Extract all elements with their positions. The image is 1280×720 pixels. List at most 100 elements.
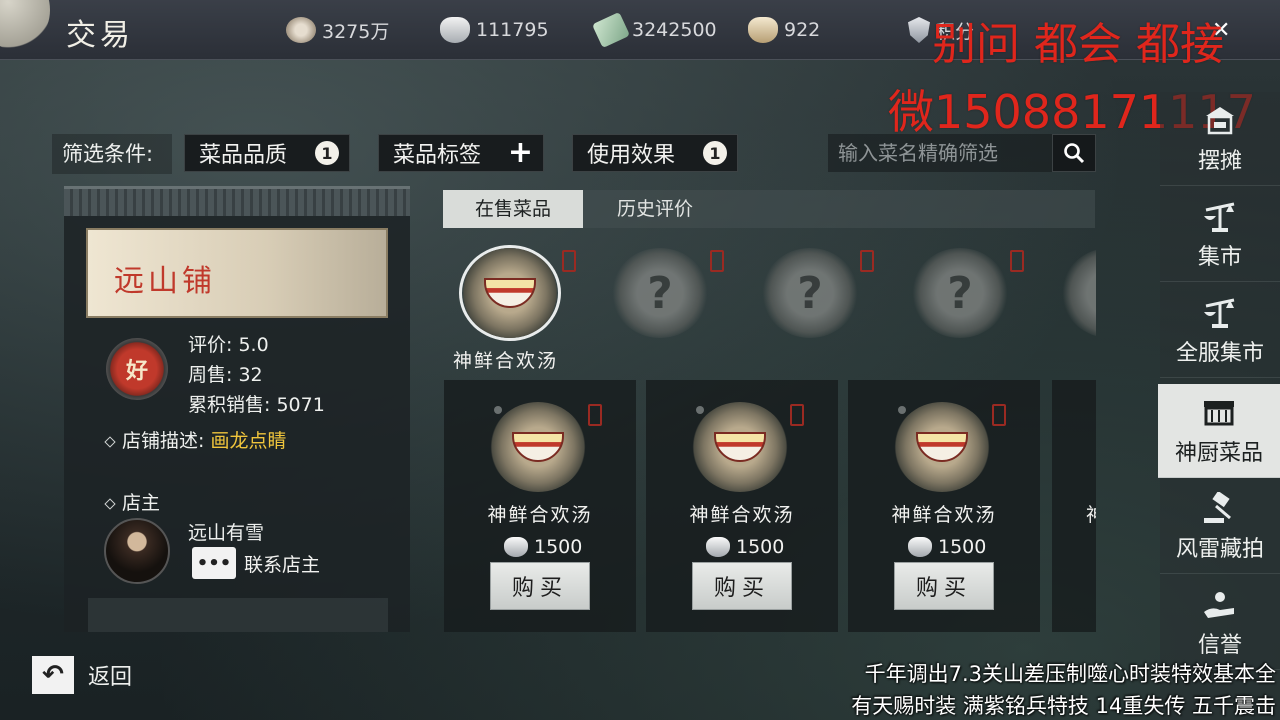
dish-slot-unknown[interactable]: ? — [762, 248, 862, 340]
tag-filter-label: 菜品标签 — [393, 143, 482, 168]
nav-reputation[interactable]: 信誉 — [1160, 576, 1280, 670]
copper-coin-icon — [286, 17, 316, 43]
nav-auction-label: 风雷藏拍 — [1175, 537, 1264, 562]
listing-name: 神鲜合欢汤 — [689, 504, 795, 526]
dish-search-input[interactable] — [828, 134, 1052, 172]
moon-decoration — [0, 0, 50, 50]
soup-dish-icon — [894, 402, 990, 492]
currency-gold: 922 — [748, 16, 820, 44]
nav-auction[interactable]: 风雷藏拍 — [1160, 480, 1280, 574]
gold-ingot-icon — [748, 17, 778, 43]
right-nav: 摆摊 集市 全服集市 神厨菜品 风雷藏拍 信誉 — [1158, 92, 1280, 720]
soup-dish-icon — [462, 248, 558, 338]
gavel-icon — [1200, 491, 1240, 527]
shop-weekly-sales: 周售: 32 — [188, 364, 263, 386]
listing-price: 1500 — [908, 536, 986, 558]
partial-card-text: 神 — [1086, 504, 1096, 526]
effect-count-badge: 1 — [703, 141, 727, 165]
nav-global-market[interactable]: 全服集市 — [1160, 284, 1280, 378]
listing-price-value: 1500 — [534, 536, 583, 558]
banknote-icon — [591, 11, 631, 49]
owner-name: 远山有雪 — [188, 522, 265, 544]
owner-label-text: 店主 — [122, 492, 161, 514]
shop-name: 远山铺 — [114, 264, 216, 299]
listing-card-partial: 神 — [1052, 380, 1096, 632]
buy-button[interactable]: 购买 — [894, 562, 994, 610]
dish-slot-unknown[interactable]: ? — [912, 248, 1012, 340]
currency-silver-value: 111795 — [476, 19, 549, 41]
dish-slot-selected[interactable] — [462, 248, 562, 340]
soup-dish-icon — [692, 402, 788, 492]
dish-slot-unknown[interactable] — [1062, 248, 1096, 340]
currency-banknote: 3242500 — [591, 11, 717, 49]
shield-icon — [908, 17, 930, 43]
nav-chef-dishes[interactable]: 神厨菜品 — [1158, 384, 1280, 478]
scale-icon — [1200, 199, 1240, 235]
shop-description: 店铺描述: 画龙点睛 — [104, 426, 286, 453]
buy-button[interactable]: 购买 — [490, 562, 590, 610]
shop-total-sales: 累积销售: 5071 — [188, 394, 325, 416]
listing-tabs: 在售菜品 历史评价 — [443, 190, 1095, 228]
diamond-icon — [104, 497, 116, 510]
silver-ingot-icon — [908, 537, 932, 557]
marker-icon — [992, 404, 1006, 426]
marker-icon — [860, 250, 874, 272]
shop-footer — [88, 598, 388, 632]
selected-dish-name: 神鲜合欢汤 — [453, 350, 559, 372]
currency-banknote-value: 3242500 — [632, 19, 717, 41]
back-arrow-icon: ↶ — [32, 656, 74, 694]
nav-stall-label: 摆摊 — [1197, 149, 1242, 174]
currency-copper-value: 3275万 — [322, 20, 390, 43]
listing-price: 1500 — [504, 536, 582, 558]
shop-rating: 评价: 5.0 — [188, 334, 269, 356]
tab-history[interactable]: 历史评价 — [595, 190, 715, 228]
overlay-footer-line2: 有天赐时装 满紫铭兵特技 14重失传 五千震击 — [851, 694, 1276, 718]
unknown-dish-icon — [1062, 248, 1096, 338]
listing-price-value: 1500 — [736, 536, 785, 558]
unknown-dish-icon: ? — [762, 248, 858, 338]
currency-silver: 111795 — [440, 16, 549, 44]
soup-dish-icon — [490, 402, 586, 492]
scale-icon — [1200, 295, 1240, 331]
marker-icon — [710, 250, 724, 272]
nav-market-label: 集市 — [1197, 245, 1242, 270]
back-button[interactable]: ↶ 返回 — [32, 656, 132, 694]
dish-slot-unknown[interactable]: ? — [612, 248, 712, 340]
tab-on-sale[interactable]: 在售菜品 — [443, 190, 583, 228]
marker-icon — [790, 404, 804, 426]
back-label: 返回 — [88, 665, 133, 690]
currency-copper: 3275万 — [286, 16, 389, 44]
filter-label: 筛选条件: — [52, 134, 172, 174]
dot-icon — [696, 406, 704, 414]
quality-filter-label: 菜品品质 — [199, 143, 288, 168]
listing-name: 神鲜合欢汤 — [487, 504, 593, 526]
dot-icon — [494, 406, 502, 414]
page-title: 交易 — [66, 18, 134, 53]
overlay-slogan: 别问 都会 都接 — [932, 19, 1224, 70]
buy-button[interactable]: 购买 — [692, 562, 792, 610]
listing-price: 1500 — [706, 536, 784, 558]
shop-signboard: 远山铺 — [86, 228, 388, 318]
nav-stall[interactable]: 摆摊 — [1160, 92, 1280, 186]
quality-filter-button[interactable]: 菜品品质 1 — [184, 134, 350, 172]
plus-icon: + — [507, 135, 533, 170]
effect-filter-button[interactable]: 使用效果 1 — [572, 134, 738, 172]
tag-filter-button[interactable]: 菜品标签 + — [378, 134, 544, 172]
marker-icon — [588, 404, 602, 426]
dot-icon — [898, 406, 906, 414]
contact-owner-label: 联系店主 — [244, 553, 321, 576]
stall-icon — [1200, 103, 1240, 139]
listing-name: 神鲜合欢汤 — [891, 504, 997, 526]
currency-gold-value: 922 — [784, 19, 821, 41]
nav-reputation-label: 信誉 — [1197, 633, 1242, 658]
nav-global-market-label: 全服集市 — [1175, 341, 1264, 366]
nav-market[interactable]: 集市 — [1160, 188, 1280, 282]
contact-owner-button[interactable]: ••• 联系店主 — [192, 546, 320, 580]
listing-card: 神鲜合欢汤 1500 购买 — [444, 380, 636, 632]
diamond-icon — [104, 435, 116, 448]
marker-icon — [1010, 250, 1024, 272]
search-button[interactable] — [1052, 134, 1096, 172]
owner-avatar[interactable] — [104, 518, 170, 584]
effect-filter-label: 使用效果 — [587, 143, 676, 168]
listing-card: 神鲜合欢汤 1500 购买 — [848, 380, 1040, 632]
